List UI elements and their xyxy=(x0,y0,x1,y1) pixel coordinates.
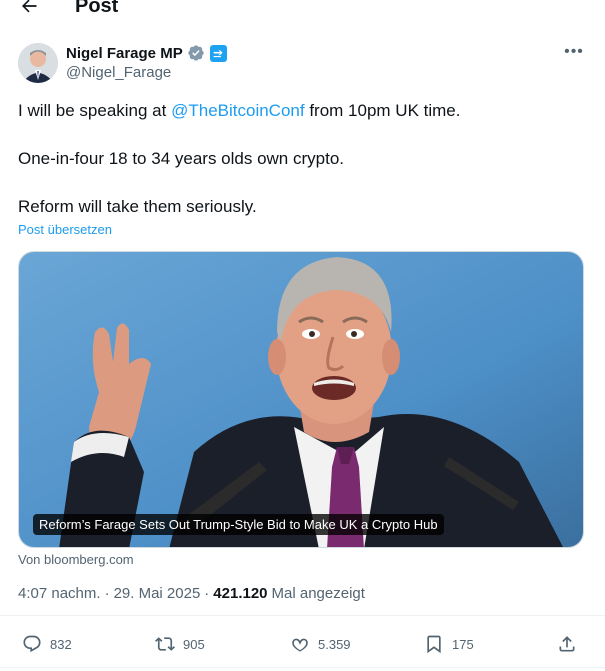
repost-button[interactable]: 905 xyxy=(155,629,205,659)
affiliation-badge-icon[interactable] xyxy=(209,44,227,62)
avatar-photo xyxy=(18,43,58,83)
like-count: 5.359 xyxy=(318,636,351,652)
view-count-label: Mal angezeigt xyxy=(271,585,365,602)
post-text-segment: I will be speaking at xyxy=(18,101,172,120)
post-text-line-3: Reform will take them seriously. xyxy=(18,197,257,216)
top-bar: Post xyxy=(0,0,605,26)
like-button[interactable]: 5.359 xyxy=(290,629,351,659)
bookmark-count: 175 xyxy=(452,636,474,652)
card-headline: Reform’s Farage Sets Out Trump-Style Bid… xyxy=(33,514,444,535)
repost-count: 905 xyxy=(183,636,205,652)
post-metadata: 4:07 nachm. · 29. Mai 2025 · 421.120 Mal… xyxy=(18,585,365,602)
post-text-line-2: One-in-four 18 to 34 years olds own cryp… xyxy=(18,149,344,168)
divider xyxy=(0,667,605,668)
bookmark-button[interactable]: 175 xyxy=(424,629,474,659)
meta-separator: · xyxy=(104,585,110,602)
translate-post-link[interactable]: Post übersetzen xyxy=(18,222,112,237)
post-time[interactable]: 4:07 nachm. xyxy=(18,585,101,602)
bookmark-icon xyxy=(427,635,441,654)
avatar[interactable] xyxy=(18,43,58,83)
more-icon: ••• xyxy=(564,43,584,60)
post-text-line-1: I will be speaking at @TheBitcoinConf fr… xyxy=(18,100,460,122)
view-count: 421.120 xyxy=(213,585,268,602)
share-button[interactable] xyxy=(557,629,577,659)
reply-count: 832 xyxy=(50,636,72,652)
more-options-button[interactable]: ••• xyxy=(562,42,586,62)
reply-button[interactable]: 832 xyxy=(22,629,72,659)
author-handle[interactable]: @Nigel_Farage xyxy=(66,64,171,81)
article-photo xyxy=(19,252,583,547)
post-date[interactable]: 29. Mai 2025 xyxy=(114,585,201,602)
heart-icon xyxy=(292,638,308,652)
action-bar: 832 905 5.359 175 xyxy=(0,629,605,659)
arrow-left-icon xyxy=(22,0,37,13)
author-name-row: Nigel Farage MP xyxy=(66,43,227,63)
mention-link[interactable]: @TheBitcoinConf xyxy=(171,101,305,120)
verified-badge-icon[interactable] xyxy=(187,44,205,62)
repost-icon xyxy=(155,637,175,651)
back-button[interactable] xyxy=(18,0,40,17)
divider xyxy=(0,615,605,616)
share-icon xyxy=(559,636,575,652)
post-text-segment: from 10pm UK time. xyxy=(304,101,461,120)
link-preview-card[interactable]: Reform’s Farage Sets Out Trump-Style Bid… xyxy=(18,251,584,548)
reply-icon xyxy=(23,635,41,653)
page-title: Post xyxy=(75,0,119,17)
card-source-link[interactable]: Von bloomberg.com xyxy=(18,552,134,567)
author-display-name[interactable]: Nigel Farage MP xyxy=(66,45,183,62)
meta-separator: · xyxy=(204,585,210,602)
